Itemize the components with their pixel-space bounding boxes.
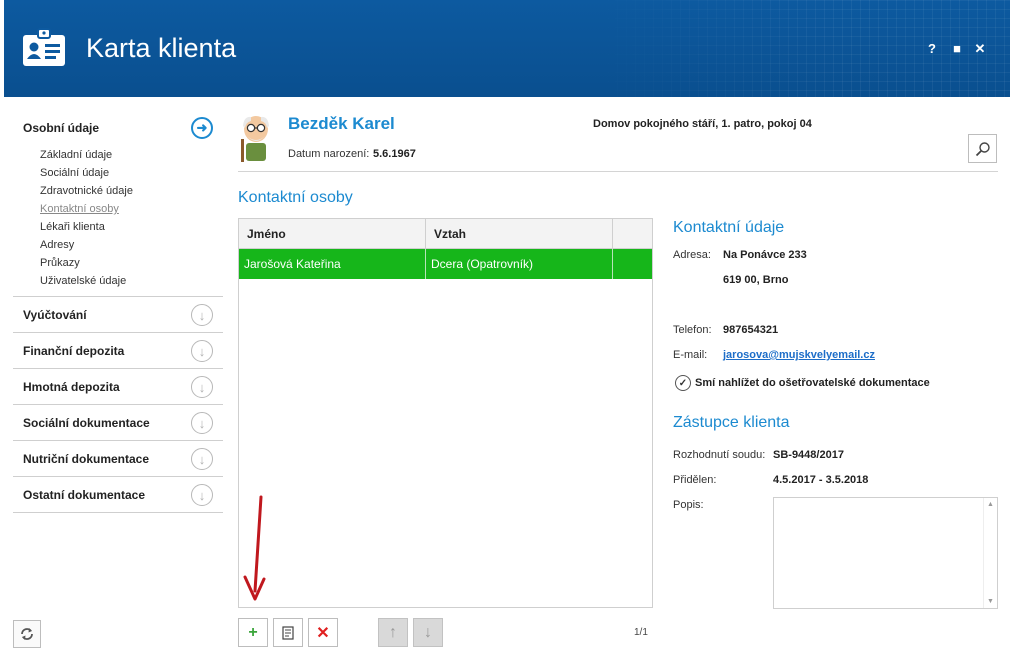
nav-item-kontaktni-osoby[interactable]: Kontaktní osoby [40,200,223,218]
window-header: Karta klienta ? ■ ✕ [4,0,1010,97]
scroll-up-icon[interactable]: ▲ [987,501,994,508]
header-divider [238,171,998,172]
phone-label: Telefon: [673,324,712,336]
nav-section-hmotna-depozita[interactable]: Hmotná depozita ↓ [13,369,223,405]
note-textarea[interactable]: ▲ ▼ [773,497,998,609]
nav-section-ostatni-dokumentace[interactable]: Ostatní dokumentace ↓ [13,477,223,513]
contacts-title: Kontaktní osoby [238,189,353,206]
pager: 1/1 [634,627,648,638]
add-contact-button[interactable]: + [238,618,268,647]
nav-section-label: Vyúčtování [23,307,87,322]
header-pattern [590,0,1010,97]
contacts-grid[interactable]: Jméno Vztah Jarošová Kateřina Dcera (Opa… [238,218,653,608]
email-label: E-mail: [673,349,708,361]
window-title: Karta klienta [86,33,237,63]
edit-document-icon [282,625,294,640]
nav-item-prukazy[interactable]: Průkazy [40,254,223,272]
search-button[interactable] [968,134,997,163]
column-header-extra[interactable] [613,219,652,248]
assigned-value: 4.5.2017 - 3.5.2018 [773,474,869,486]
refresh-button[interactable] [13,620,41,648]
check-circle-icon: ✓ [675,375,691,391]
contact-details-title: Kontaktní údaje [673,219,785,236]
nav-section-label: Nutriční dokumentace [23,451,150,466]
cell-name: Jarošová Kateřina [239,249,426,279]
magnifier-icon [975,141,990,156]
arrow-down-circle-icon[interactable]: ↓ [191,340,213,362]
column-header-relation[interactable]: Vztah [426,219,613,248]
nav-section-socialni-dokumentace[interactable]: Sociální dokumentace ↓ [13,405,223,441]
email-link[interactable]: jarosova@mujskvelyemail.cz [723,349,875,361]
nav-section-label: Sociální dokumentace [23,415,150,430]
nav-sub-items: Základní údaje Sociální údaje Zdravotnic… [13,146,223,297]
nav-item-socialni-udaje[interactable]: Sociální údaje [40,164,223,182]
delete-contact-button[interactable]: ✕ [308,618,338,647]
arrow-right-circle-icon[interactable]: ➜ [191,117,213,139]
move-up-button[interactable]: ↑ [378,618,408,647]
arrow-down-circle-icon[interactable]: ↓ [191,484,213,506]
nav-section-financni-depozita[interactable]: Finanční depozita ↓ [13,333,223,369]
dob-label: Datum narození: [288,148,370,160]
representative-title: Zástupce klienta [673,414,790,431]
edit-contact-button[interactable] [273,618,303,647]
nav-item-uzivatelske-udaje[interactable]: Uživatelské údaje [40,272,223,290]
note-scrollbar[interactable]: ▲ ▼ [983,498,997,608]
arrow-down-circle-icon[interactable]: ↓ [191,448,213,470]
grid-header: Jméno Vztah [239,219,652,249]
sidebar-nav: Osobní údaje ➜ Základní údaje Sociální ú… [13,110,223,513]
assigned-label: Přidělen: [673,474,717,486]
permission-row: ✓ Smí nahlížet do ošetřovatelské dokumen… [675,375,930,391]
address-line1: Na Ponávce 233 [723,249,807,261]
nav-section-label: Ostatní dokumentace [23,487,146,502]
nav-item-lekari-klienta[interactable]: Lékaři klienta [40,218,223,236]
note-label: Popis: [673,499,704,511]
nav-section-label: Osobní údaje [23,121,100,135]
help-button[interactable]: ? [924,41,940,56]
column-header-name[interactable]: Jméno [239,219,426,248]
client-name: Bezděk Karel [288,114,395,133]
decision-value: SB-9448/2017 [773,449,844,461]
close-button[interactable]: ✕ [972,41,988,57]
address-label: Adresa: [673,249,711,261]
nav-section-label: Finanční depozita [23,343,125,358]
scroll-down-icon[interactable]: ▼ [987,598,994,605]
refresh-icon [21,628,33,640]
dob-value: 5.6.1967 [373,148,416,160]
nav-item-adresy[interactable]: Adresy [40,236,223,254]
client-location: Domov pokojného stáří, 1. patro, pokoj 0… [593,118,812,130]
client-avatar [241,116,269,162]
phone-value: 987654321 [723,324,779,336]
annotation-arrow [243,495,266,601]
cell-relation: Dcera (Opatrovník) [426,249,613,279]
arrow-down-circle-icon[interactable]: ↓ [191,376,213,398]
decision-label: Rozhodnutí soudu: [673,449,766,461]
nav-section-osobni-udaje[interactable]: Osobní údaje ➜ [13,110,223,146]
arrow-down-circle-icon[interactable]: ↓ [191,412,213,434]
nav-section-label: Hmotná depozita [23,379,120,394]
nav-item-zakladni-udaje[interactable]: Základní údaje [40,146,223,164]
nav-section-nutricni-dokumentace[interactable]: Nutriční dokumentace ↓ [13,441,223,477]
cell-extra [613,249,652,279]
table-row[interactable]: Jarošová Kateřina Dcera (Opatrovník) [239,249,652,279]
nav-section-vyuctovani[interactable]: Vyúčtování ↓ [13,297,223,333]
id-card-icon [23,28,65,66]
arrow-down-circle-icon[interactable]: ↓ [191,304,213,326]
move-down-button[interactable]: ↓ [413,618,443,647]
permission-text: Smí nahlížet do ošetřovatelské dokumenta… [695,377,930,389]
maximize-button[interactable]: ■ [949,41,965,56]
nav-item-zdravotnicke-udaje[interactable]: Zdravotnické údaje [40,182,223,200]
address-line2: 619 00, Brno [723,274,789,286]
